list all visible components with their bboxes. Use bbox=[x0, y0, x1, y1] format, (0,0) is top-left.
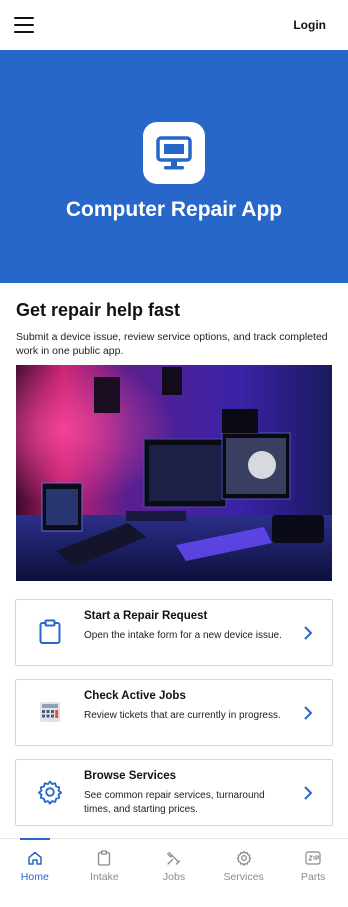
check-active-jobs-card[interactable]: Check Active Jobs Review tickets that ar… bbox=[15, 679, 333, 746]
tab-label: Parts bbox=[300, 871, 326, 883]
tools-icon bbox=[166, 849, 182, 867]
tab-jobs[interactable]: Jobs bbox=[139, 839, 209, 907]
card-description: Open the intake form for a new device is… bbox=[84, 630, 282, 641]
card-title: Check Active Jobs bbox=[84, 690, 186, 702]
app-title: Computer Repair App bbox=[65, 198, 283, 221]
tab-parts[interactable]: Parts bbox=[278, 839, 348, 907]
login-link[interactable]: Login bbox=[293, 18, 334, 32]
bottom-tab-bar: Home Intake Jobs Services Parts bbox=[0, 838, 348, 907]
monitor-logo-icon bbox=[143, 122, 205, 184]
desk-setup-photo bbox=[16, 365, 332, 581]
clipboard-icon bbox=[36, 618, 64, 646]
hero-banner: Computer Repair App bbox=[0, 50, 348, 283]
home-icon bbox=[27, 849, 43, 867]
tab-label: Intake bbox=[90, 871, 119, 883]
tab-intake[interactable]: Intake bbox=[70, 839, 140, 907]
chevron-right-icon bbox=[304, 706, 313, 720]
clipboard-icon bbox=[97, 849, 111, 867]
chevron-right-icon bbox=[304, 786, 313, 800]
tab-services[interactable]: Services bbox=[209, 839, 279, 907]
card-title: Browse Services bbox=[84, 770, 177, 782]
calculator-icon bbox=[36, 698, 64, 726]
intro-body: Submit a device issue, review service op… bbox=[16, 331, 328, 357]
tab-label: Jobs bbox=[162, 871, 186, 883]
tab-label: Services bbox=[223, 871, 264, 883]
tab-label: Home bbox=[20, 871, 49, 883]
card-title: Start a Repair Request bbox=[84, 610, 208, 622]
gear-icon bbox=[36, 778, 64, 806]
chevron-right-icon bbox=[304, 626, 313, 640]
hamburger-menu-icon[interactable] bbox=[14, 17, 34, 33]
card-description: Review tickets that are currently in pro… bbox=[84, 710, 281, 721]
browse-services-card[interactable]: Browse Services See common repair servic… bbox=[15, 759, 333, 826]
top-bar: Login bbox=[0, 0, 348, 50]
zip-icon bbox=[305, 849, 321, 867]
tab-home[interactable]: Home bbox=[0, 838, 70, 907]
start-repair-request-card[interactable]: Start a Repair Request Open the intake f… bbox=[15, 599, 333, 666]
intro-heading: Get repair help fast bbox=[16, 300, 181, 320]
card-description: See common repair services, turnaround t… bbox=[84, 790, 265, 815]
intro-section: Get repair help fast Submit a device iss… bbox=[16, 300, 334, 358]
gear-icon bbox=[236, 849, 252, 867]
